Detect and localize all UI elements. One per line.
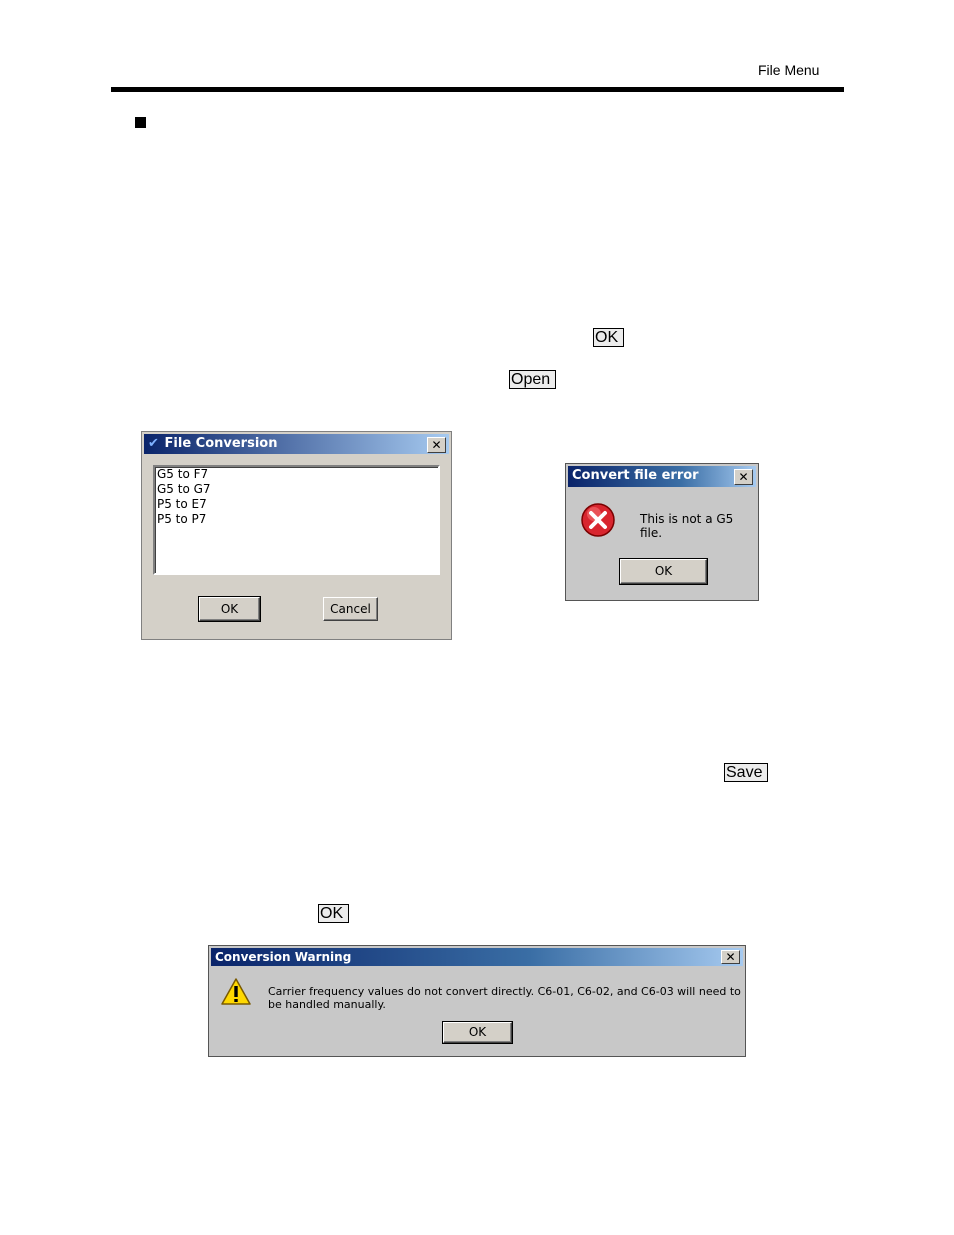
ok-key-label: OK <box>593 328 625 347</box>
list-item[interactable]: G5 to F7 <box>155 467 438 482</box>
close-button[interactable]: ✕ <box>427 437 446 453</box>
error-message: This is not a G5 file. <box>640 512 734 540</box>
dialog-titlebar: ✔ File Conversion ✕ <box>144 434 449 454</box>
dialog-title: File Conversion <box>164 436 278 451</box>
dialog-title: Convert file error <box>572 468 699 483</box>
ok-key-label-2: OK <box>318 904 350 923</box>
dialog-title: Conversion Warning <box>215 950 352 964</box>
section-header: File Menu <box>758 62 820 78</box>
conversion-type-list[interactable]: G5 to F7 G5 to G7 P5 to E7 P5 to P7 <box>153 465 440 575</box>
header-rule <box>111 87 844 92</box>
close-button[interactable]: ✕ <box>734 469 753 485</box>
list-item[interactable]: P5 to E7 <box>155 497 438 512</box>
convert-error-dialog: Convert file error ✕ This is not a G5 fi… <box>565 463 759 601</box>
bullet-square <box>135 117 146 128</box>
save-key-label: Save <box>724 763 769 782</box>
dialog-titlebar: Conversion Warning ✕ <box>211 948 743 966</box>
ok-button[interactable]: OK <box>198 596 261 622</box>
dialog-titlebar: Convert file error ✕ <box>568 466 756 487</box>
warning-icon <box>221 978 251 1005</box>
cancel-button[interactable]: Cancel <box>323 597 378 621</box>
check-icon: ✔ <box>148 436 159 451</box>
ok-button[interactable]: OK <box>619 558 708 585</box>
error-icon <box>581 503 615 537</box>
open-key-label: Open <box>509 370 557 389</box>
close-button[interactable]: ✕ <box>721 950 740 964</box>
list-item[interactable]: G5 to G7 <box>155 482 438 497</box>
warning-message: Carrier frequency values do not convert … <box>268 985 741 1011</box>
ok-button[interactable]: OK <box>442 1021 513 1044</box>
conversion-warning-dialog: Conversion Warning ✕ Carrier frequency v… <box>208 945 746 1057</box>
file-conversion-dialog: ✔ File Conversion ✕ G5 to F7 G5 to G7 P5… <box>141 431 452 640</box>
list-item[interactable]: P5 to P7 <box>155 512 438 527</box>
